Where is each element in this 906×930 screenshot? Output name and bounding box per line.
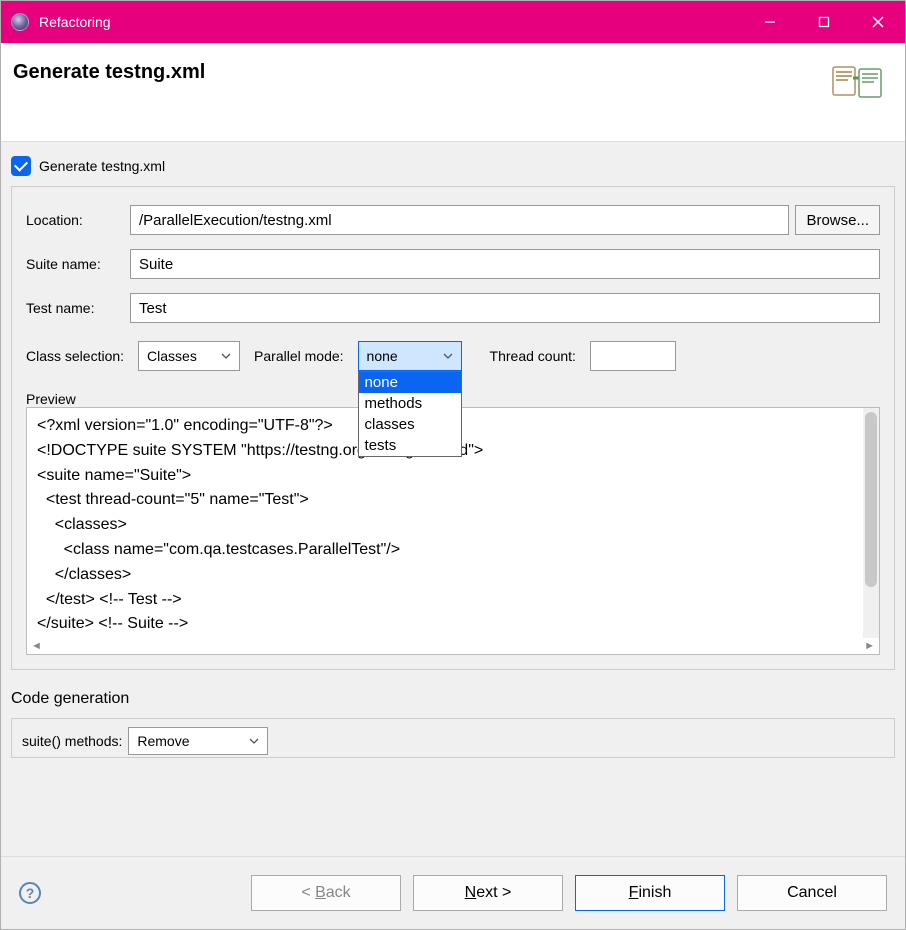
parallel-mode-label: Parallel mode: bbox=[254, 348, 344, 364]
horizontal-scrollbar[interactable]: ◄ ► bbox=[27, 638, 879, 654]
generate-checkbox[interactable] bbox=[11, 156, 31, 176]
test-name-row: Test name: bbox=[26, 293, 880, 323]
chevron-down-icon bbox=[249, 733, 259, 749]
vertical-scrollbar[interactable] bbox=[863, 408, 879, 638]
parallel-mode-value: none bbox=[367, 348, 398, 364]
suite-name-input[interactable] bbox=[130, 249, 880, 279]
location-input[interactable] bbox=[130, 205, 789, 235]
codegen-label: Code generation bbox=[11, 690, 895, 708]
parallel-mode-select[interactable]: none none methods classes tests bbox=[358, 341, 462, 371]
eclipse-icon bbox=[11, 13, 29, 31]
chevron-down-icon bbox=[443, 351, 453, 361]
browse-button[interactable]: Browse... bbox=[795, 205, 880, 235]
parallel-option-tests[interactable]: tests bbox=[359, 435, 461, 456]
scroll-left-arrow-icon[interactable]: ◄ bbox=[31, 640, 42, 652]
parallel-option-classes[interactable]: classes bbox=[359, 414, 461, 435]
suite-methods-row: suite() methods: Remove bbox=[22, 727, 884, 755]
location-label: Location: bbox=[26, 212, 124, 228]
suite-methods-label: suite() methods: bbox=[22, 733, 122, 749]
help-button[interactable]: ? bbox=[19, 882, 41, 904]
main-content: Generate testng.xml Location: Browse... … bbox=[1, 142, 905, 856]
next-button[interactable]: Next > bbox=[413, 875, 563, 911]
minimize-button[interactable] bbox=[743, 1, 797, 43]
options-row: Class selection: Classes Parallel mode: … bbox=[26, 341, 880, 371]
scroll-right-arrow-icon[interactable]: ► bbox=[864, 640, 875, 652]
parallel-mode-dropdown: none methods classes tests bbox=[358, 371, 462, 457]
next-mnemonic: N bbox=[465, 884, 477, 901]
finish-mnemonic: F bbox=[629, 884, 639, 901]
class-selection-label: Class selection: bbox=[26, 348, 124, 364]
test-name-input[interactable] bbox=[130, 293, 880, 323]
generate-checkbox-row: Generate testng.xml bbox=[11, 152, 895, 186]
finish-suffix: inish bbox=[638, 884, 671, 901]
chevron-down-icon bbox=[221, 351, 231, 361]
codegen-group: suite() methods: Remove bbox=[11, 718, 895, 758]
scrollbar-thumb[interactable] bbox=[865, 412, 877, 587]
finish-button[interactable]: Finish bbox=[575, 875, 725, 911]
back-button[interactable]: < Back bbox=[251, 875, 401, 911]
parallel-option-methods[interactable]: methods bbox=[359, 393, 461, 414]
settings-group: Location: Browse... Suite name: Test nam… bbox=[11, 186, 895, 670]
class-selection-select[interactable]: Classes bbox=[138, 341, 240, 371]
generate-checkbox-label: Generate testng.xml bbox=[39, 158, 165, 174]
suite-methods-value: Remove bbox=[137, 733, 189, 749]
wizard-icon bbox=[831, 61, 883, 101]
dialog-footer: ? < Back Next > Finish Cancel bbox=[1, 856, 905, 929]
suite-methods-select[interactable]: Remove bbox=[128, 727, 268, 755]
suite-name-row: Suite name: bbox=[26, 249, 880, 279]
thread-count-label: Thread count: bbox=[490, 348, 576, 364]
location-row: Location: Browse... bbox=[26, 205, 880, 235]
dialog-header: Generate testng.xml bbox=[1, 43, 905, 142]
test-name-label: Test name: bbox=[26, 300, 124, 316]
titlebar: Refactoring bbox=[1, 1, 905, 43]
next-suffix: ext > bbox=[476, 884, 511, 901]
suite-name-label: Suite name: bbox=[26, 256, 124, 272]
maximize-button[interactable] bbox=[797, 1, 851, 43]
class-selection-value: Classes bbox=[147, 348, 197, 364]
parallel-option-none[interactable]: none bbox=[359, 372, 461, 393]
close-button[interactable] bbox=[851, 1, 905, 43]
page-title: Generate testng.xml bbox=[13, 61, 205, 84]
window-title: Refactoring bbox=[39, 14, 111, 30]
thread-count-input[interactable] bbox=[590, 341, 676, 371]
window-controls bbox=[743, 1, 905, 43]
cancel-button[interactable]: Cancel bbox=[737, 875, 887, 911]
titlebar-left: Refactoring bbox=[11, 13, 111, 31]
